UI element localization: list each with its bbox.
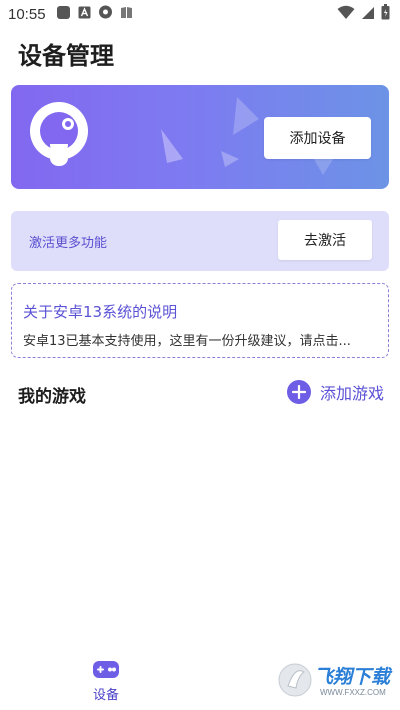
android13-notice-card[interactable]: 关于安卓13系统的说明 安卓13已基本支持使用，这里有一份升级建议，请点击...: [11, 283, 389, 358]
page-title: 设备管理: [18, 42, 114, 70]
wifi-icon: [337, 5, 355, 24]
book-notification-icon: [120, 5, 133, 23]
tab-device[interactable]: 设备: [83, 658, 129, 703]
app-logo-icon: [29, 102, 89, 166]
add-game-button[interactable]: 添加游戏: [287, 380, 384, 404]
signal-icon: [361, 5, 375, 24]
watermark-logo-icon: [278, 663, 312, 697]
gamepad-icon: [93, 661, 119, 678]
status-bar: 10:55: [0, 0, 400, 28]
font-notification-icon: [78, 5, 91, 23]
add-game-label: 添加游戏: [320, 384, 385, 403]
pin-notification-icon: [98, 5, 113, 24]
add-device-button[interactable]: 添加设备: [264, 117, 371, 159]
activate-text: 激活更多功能: [29, 236, 108, 251]
my-games-heading: 我的游戏: [18, 387, 86, 407]
battery-icon: [381, 4, 390, 24]
tab-device-label: 设备: [92, 688, 119, 703]
notice-body: 安卓13已基本支持使用，这里有一份升级建议，请点击...: [23, 334, 351, 349]
app-notification-icon: [56, 5, 71, 24]
device-card: 添加设备: [11, 85, 389, 189]
notice-title: 关于安卓13系统的说明: [23, 303, 178, 321]
status-time: 10:55: [8, 5, 46, 23]
watermark-text: 飞翔下载: [314, 666, 391, 688]
watermark: 飞翔下载 WWW.FXXZ.COM: [278, 656, 396, 706]
activate-button[interactable]: 去激活: [278, 220, 372, 260]
plus-icon: [287, 380, 311, 404]
activate-card[interactable]: 激活更多功能 去激活: [11, 211, 389, 271]
watermark-url: WWW.FXXZ.COM: [320, 688, 386, 697]
